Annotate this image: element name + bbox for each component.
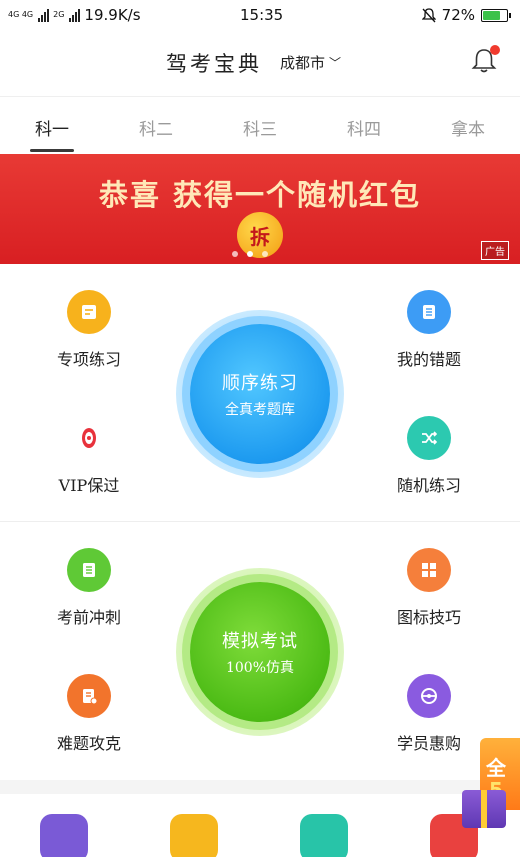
tab-subject-1[interactable]: 科一 [17,115,87,140]
practice-section: 专项练习 我的错题 VIP保过 随机练习 顺序练习 全真考题库 [0,264,520,522]
floating-promo-button[interactable]: 全 5 [462,738,520,830]
item-label: 我的错题 [396,350,461,369]
city-selector[interactable]: 成都市 ﹀ [280,52,341,73]
subject-tabs: 科一 科二 科三 科四 拿本 [0,96,520,154]
sequential-practice-button[interactable]: 顺序练习 全真考题库 [176,310,344,478]
more-tools-row [0,794,520,857]
document-lines-icon[interactable] [300,814,348,857]
banner-dot-active [247,251,253,257]
signal-icon-2 [69,8,81,22]
network-type: 4G 4G [8,10,34,19]
notification-bell-button[interactable] [466,42,502,78]
banner-dot [262,251,268,257]
status-time: 15:35 [240,6,284,24]
hard-questions-button[interactable]: 难题攻克 [34,674,144,754]
wrong-questions-button[interactable]: 我的错题 [374,290,484,370]
mute-bell-icon [421,7,436,22]
edit-note-icon [67,290,111,334]
tab-subject-2[interactable]: 科二 [121,115,191,140]
icon-skills-button[interactable]: 图标技巧 [374,548,484,628]
gift-box-icon [462,790,506,828]
network-type-2: 2G [53,10,65,19]
exam-section: 考前冲刺 图标技巧 难题攻克 学员惠购 模拟考试 100%仿真 [0,522,520,780]
tab-get-license[interactable]: 拿本 [433,115,503,140]
item-label: VIP保过 [58,476,120,495]
tab-active-indicator [30,149,74,152]
document-list-icon [67,548,111,592]
list-note-icon [407,290,451,334]
bell-icon [471,45,500,73]
grid-icon [407,548,451,592]
ad-label: 广告 [481,240,509,260]
mock-exam-button[interactable]: 模拟考试 100%仿真 [176,568,344,736]
pre-exam-sprint-button[interactable]: 考前冲刺 [34,548,144,628]
tab-subject-3[interactable]: 科三 [225,115,295,140]
status-left: 4G 4G 2G 19.9K/s [8,6,141,24]
promo-text: 全 [486,756,506,780]
chevron-down-icon: ﹀ [329,56,342,70]
item-label: 考前冲刺 [56,608,121,627]
banner-page-indicator [232,251,268,257]
sequential-practice-subtitle: 全真考题库 [225,402,295,418]
document-pencil-icon [67,674,111,718]
tab-subject-4[interactable]: 科四 [329,115,399,140]
signal-icon [38,8,50,22]
red-packet-banner[interactable]: 恭喜 获得一个随机红包 拆 [0,154,520,264]
sequential-practice-title: 顺序练习 [222,373,298,394]
shuffle-icon [407,416,451,460]
steering-wheel-icon [407,674,451,718]
sequential-practice-circle: 顺序练习 全真考题库 [190,324,330,464]
status-right: 72% [421,6,511,24]
random-practice-button[interactable]: 随机练习 [374,416,484,496]
status-bar: 4G 4G 2G 19.9K/s 15:35 72% [0,0,520,30]
banner-headline: 恭喜 获得一个随机红包 [98,178,422,212]
app-header: 驾考宝典 成都市 ﹀ [0,30,520,94]
network-speed: 19.9K/s [84,6,141,24]
item-label: 专项练习 [56,350,121,369]
mock-exam-circle: 模拟考试 100%仿真 [190,582,330,722]
star-badge-icon[interactable] [40,814,88,857]
battery-icon [481,8,511,22]
item-label: 图标技巧 [396,608,461,627]
vip-badge-icon [67,416,111,460]
app-title: 驾考宝典 [166,52,262,76]
section-divider [0,780,520,794]
mock-exam-subtitle: 100%仿真 [225,660,295,676]
camera-icon[interactable] [170,814,218,857]
city-label: 成都市 [280,54,326,72]
item-label: 难题攻克 [56,734,121,753]
banner-dot [232,251,238,257]
special-practice-button[interactable]: 专项练习 [34,290,144,370]
item-label: 随机练习 [396,476,461,495]
vip-pass-button[interactable]: VIP保过 [34,416,144,496]
mock-exam-title: 模拟考试 [222,631,298,652]
battery-percent: 72% [441,6,475,24]
